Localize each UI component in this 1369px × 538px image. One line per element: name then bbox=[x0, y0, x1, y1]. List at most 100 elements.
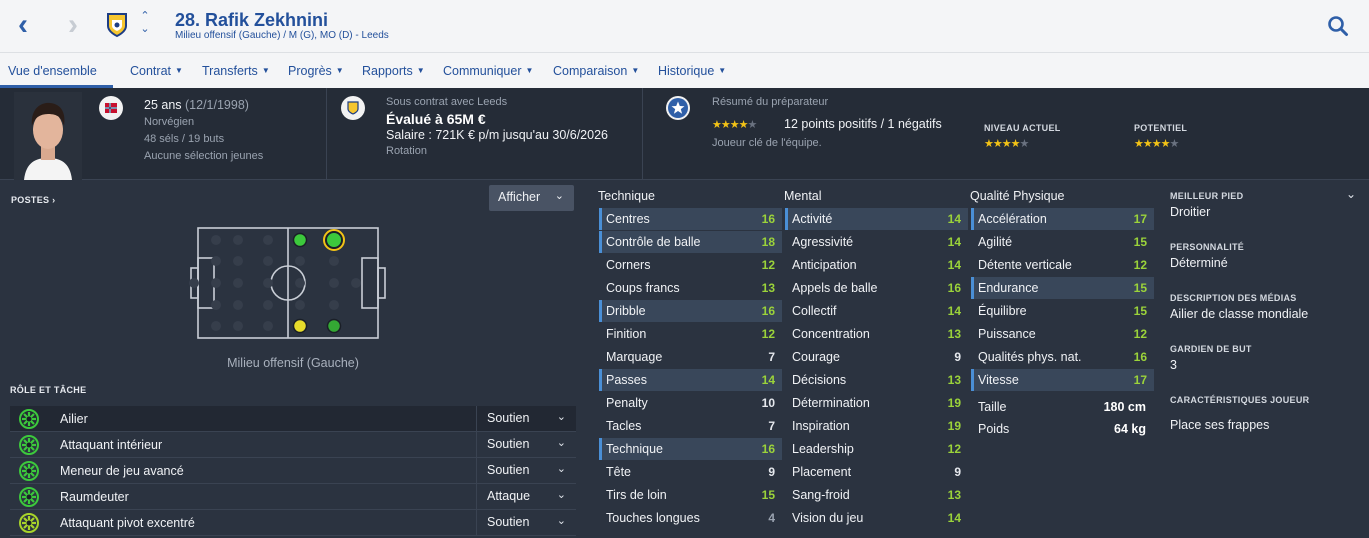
attribute-row[interactable]: Corners 12 bbox=[599, 254, 782, 276]
attribute-row[interactable]: Vision du jeu 14 bbox=[785, 507, 968, 529]
attribute-name: Endurance bbox=[978, 281, 1039, 295]
divider bbox=[326, 88, 327, 180]
attribute-name: Équilibre bbox=[978, 304, 1027, 318]
positions-heading[interactable]: POSTES › bbox=[11, 195, 55, 205]
chevron-down-icon: ▼ bbox=[261, 66, 270, 75]
attribute-row[interactable]: Vitesse 17 bbox=[971, 369, 1154, 391]
attribute-row[interactable]: Décisions 13 bbox=[785, 369, 968, 391]
attribute-row[interactable]: Agressivité 14 bbox=[785, 231, 968, 253]
attribute-name: Dribble bbox=[606, 304, 646, 318]
duty-dropdown[interactable]: Attaque ⌄ bbox=[476, 484, 576, 510]
player-info-strip: 25 ans (12/1/1998) Norvégien 48 séls / 1… bbox=[0, 88, 1369, 180]
attribute-row[interactable]: Agilité 15 bbox=[971, 231, 1154, 253]
attribute-row[interactable]: Équilibre 15 bbox=[971, 300, 1154, 322]
attribute-value: 12 bbox=[761, 327, 775, 341]
tab-history[interactable]: Historique ▼ bbox=[658, 64, 726, 78]
nationality-flag-icon[interactable] bbox=[99, 96, 123, 120]
chevron-down-icon: ▼ bbox=[175, 66, 183, 75]
attribute-value: 17 bbox=[1133, 373, 1147, 387]
club-badge-icon[interactable] bbox=[341, 96, 365, 120]
attribute-row[interactable]: Touches longues 4 bbox=[599, 507, 782, 529]
attribute-name: Détermination bbox=[792, 396, 870, 410]
attribute-row[interactable]: Endurance 15 bbox=[971, 277, 1154, 299]
attribute-row[interactable]: Anticipation 14 bbox=[785, 254, 968, 276]
role-row[interactable]: Raumdeuter Attaque ⌄ bbox=[10, 484, 576, 510]
attribute-row[interactable]: Puissance 12 bbox=[971, 323, 1154, 345]
attribute-row[interactable]: Activité 14 bbox=[785, 208, 968, 230]
attribute-row[interactable]: Appels de balle 16 bbox=[785, 277, 968, 299]
role-name: Meneur de jeu avancé bbox=[60, 464, 184, 478]
show-dropdown[interactable]: Afficher ⌄ bbox=[489, 185, 574, 211]
attribute-row[interactable]: Finition 12 bbox=[599, 323, 782, 345]
attribute-row[interactable]: Détermination 19 bbox=[785, 392, 968, 414]
attribute-row[interactable]: Marquage 7 bbox=[599, 346, 782, 368]
attribute-row[interactable]: Accélération 17 bbox=[971, 208, 1154, 230]
attribute-value: 16 bbox=[947, 281, 961, 295]
chevron-down-icon[interactable]: ⌄ bbox=[1346, 187, 1356, 201]
attribute-name: Contrôle de balle bbox=[606, 235, 701, 249]
tab-transfers[interactable]: Transferts ▼ bbox=[202, 64, 270, 78]
attribute-row[interactable]: Coups francs 13 bbox=[599, 277, 782, 299]
duty-dropdown[interactable]: Soutien ⌄ bbox=[476, 458, 576, 484]
height-value: 180 cm bbox=[1103, 400, 1146, 414]
attribute-value: 15 bbox=[761, 488, 775, 502]
coach-note: Joueur clé de l'équipe. bbox=[712, 137, 822, 149]
attribute-value: 16 bbox=[761, 304, 775, 318]
attribute-row[interactable]: Contrôle de balle 18 bbox=[599, 231, 782, 253]
attribute-name: Sang-froid bbox=[792, 488, 850, 502]
attribute-row[interactable]: Qualités phys. nat. 16 bbox=[971, 346, 1154, 368]
duty-dropdown[interactable]: Soutien ⌄ bbox=[476, 510, 576, 536]
duty-dropdown[interactable]: Soutien ⌄ bbox=[476, 406, 576, 432]
potential-ability-label: POTENTIEL bbox=[1134, 123, 1188, 133]
attribute-value: 10 bbox=[761, 396, 775, 410]
tab-communicate[interactable]: Communiquer ▼ bbox=[443, 64, 533, 78]
player-switch-arrows[interactable]: ⌃ ⌄ bbox=[138, 10, 152, 38]
attribute-row[interactable]: Détente verticale 12 bbox=[971, 254, 1154, 276]
attribute-row[interactable]: Dribble 16 bbox=[599, 300, 782, 322]
mental-heading: Mental bbox=[784, 189, 822, 203]
position-marker-natural[interactable] bbox=[292, 232, 308, 248]
tab-contract[interactable]: Contrat ▼ bbox=[130, 64, 183, 78]
attribute-value: 9 bbox=[768, 465, 775, 479]
back-arrow-icon[interactable]: ‹ bbox=[18, 10, 42, 40]
attribute-row[interactable]: Tête 9 bbox=[599, 461, 782, 483]
attribute-row[interactable]: Sang-froid 13 bbox=[785, 484, 968, 506]
attribute-name: Passes bbox=[606, 373, 647, 387]
weight-value: 64 kg bbox=[1114, 422, 1146, 436]
tab-comparison[interactable]: Comparaison ▼ bbox=[553, 64, 639, 78]
attribute-name: Marquage bbox=[606, 350, 663, 364]
role-row[interactable]: Attaquant pivot excentré Soutien ⌄ bbox=[10, 510, 576, 536]
duty-value: Soutien bbox=[487, 437, 530, 451]
attribute-row[interactable]: Inspiration 19 bbox=[785, 415, 968, 437]
position-marker-competent[interactable] bbox=[292, 318, 308, 334]
info-label: CARACTÉRISTIQUES JOUEUR bbox=[1170, 395, 1310, 405]
attribute-row[interactable]: Passes 14 bbox=[599, 369, 782, 391]
role-row[interactable]: Attaquant intérieur Soutien ⌄ bbox=[10, 432, 576, 458]
attribute-row[interactable]: Tacles 7 bbox=[599, 415, 782, 437]
attribute-row[interactable]: Centres 16 bbox=[599, 208, 782, 230]
attribute-row[interactable]: Leadership 12 bbox=[785, 438, 968, 460]
attribute-row[interactable]: Penalty 10 bbox=[599, 392, 782, 414]
attribute-value: 19 bbox=[947, 419, 961, 433]
duty-dropdown[interactable]: Soutien ⌄ bbox=[476, 432, 576, 458]
role-row[interactable]: Meneur de jeu avancé Soutien ⌄ bbox=[10, 458, 576, 484]
attribute-row[interactable]: Collectif 14 bbox=[785, 300, 968, 322]
attribute-row[interactable]: Concentration 13 bbox=[785, 323, 968, 345]
tab-reports[interactable]: Rapports ▼ bbox=[362, 64, 425, 78]
coach-star-icon[interactable] bbox=[666, 96, 690, 120]
info-value: Droitier bbox=[1170, 205, 1211, 219]
position-marker-natural[interactable] bbox=[326, 318, 342, 334]
attribute-row[interactable]: Technique 16 bbox=[599, 438, 782, 460]
attribute-value: 14 bbox=[947, 212, 961, 226]
attribute-row[interactable]: Courage 9 bbox=[785, 346, 968, 368]
forward-arrow-icon[interactable]: › bbox=[68, 10, 92, 40]
search-icon[interactable] bbox=[1327, 15, 1349, 37]
club-crest-icon[interactable] bbox=[106, 12, 128, 38]
attribute-value: 12 bbox=[1133, 258, 1147, 272]
tab-overview[interactable]: Vue d'ensemble bbox=[8, 64, 97, 78]
attribute-row[interactable]: Tirs de loin 15 bbox=[599, 484, 782, 506]
role-row[interactable]: Ailier Soutien ⌄ bbox=[10, 406, 576, 432]
tab-progress[interactable]: Progrès ▼ bbox=[288, 64, 344, 78]
attribute-row[interactable]: Placement 9 bbox=[785, 461, 968, 483]
attribute-name: Décisions bbox=[792, 373, 847, 387]
